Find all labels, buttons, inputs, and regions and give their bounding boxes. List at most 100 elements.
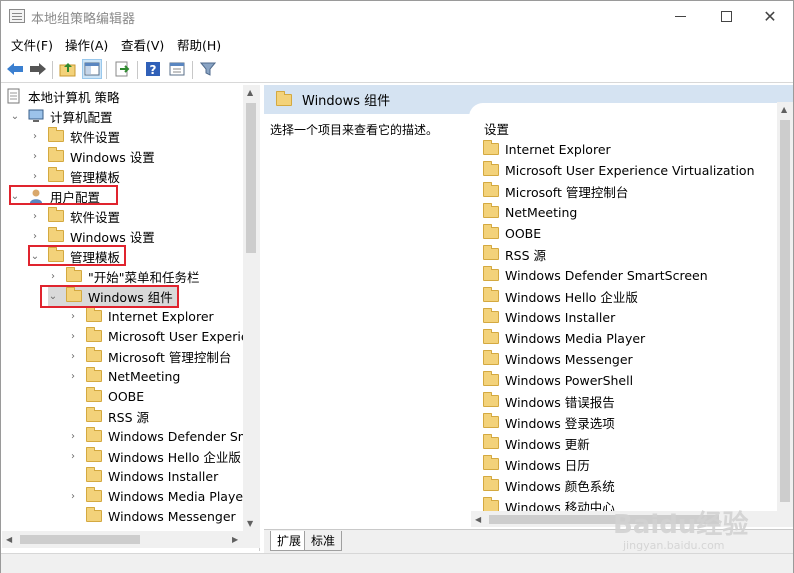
folder-icon <box>483 287 499 302</box>
tab-extended[interactable]: 扩展 <box>270 531 309 551</box>
tree-label: Windows Hello 企业版 <box>108 449 241 465</box>
chevron-right-icon[interactable]: › <box>68 451 78 462</box>
properties-icon <box>169 62 185 76</box>
list-item[interactable]: Microsoft 管理控制台 <box>483 181 628 201</box>
tree-item-component[interactable]: › Microsoft User Experier <box>68 326 254 346</box>
scroll-thumb[interactable] <box>246 103 256 253</box>
list-item[interactable]: Microsoft User Experience Virtualization <box>483 160 755 180</box>
list-item[interactable]: Internet Explorer <box>483 139 611 159</box>
tree-label: 软件设置 <box>70 209 121 225</box>
scroll-up-icon[interactable]: ▲ <box>247 88 253 97</box>
list-item[interactable]: Windows 颜色系统 <box>483 475 615 495</box>
toolbar-separator <box>106 61 107 79</box>
tree-label: Windows Installer <box>108 468 219 484</box>
list-item[interactable]: Windows Messenger <box>483 349 633 369</box>
tree-horizontal-scrollbar[interactable]: ◀ ▶ <box>2 531 260 548</box>
scroll-up-icon[interactable]: ▲ <box>781 105 787 114</box>
scroll-left-icon[interactable]: ◀ <box>6 535 12 544</box>
chevron-right-icon[interactable]: › <box>30 151 40 162</box>
chevron-right-icon[interactable]: › <box>30 211 40 222</box>
minimize-button[interactable] <box>657 1 703 31</box>
tree-label: Internet Explorer <box>108 308 214 324</box>
close-button[interactable]: ✕ <box>747 1 793 31</box>
chevron-right-icon[interactable]: › <box>68 491 78 502</box>
chevron-down-icon[interactable]: ⌄ <box>10 111 20 122</box>
folder-icon <box>86 387 102 402</box>
back-button[interactable] <box>5 59 25 79</box>
list-item[interactable]: Windows PowerShell <box>483 370 633 390</box>
tree-label: 软件设置 <box>70 129 121 145</box>
list-item-label: Windows Installer <box>505 309 616 325</box>
scroll-thumb[interactable] <box>20 535 140 544</box>
list-item[interactable]: NetMeeting <box>483 202 577 222</box>
tree-item-admin-templates[interactable]: › 管理模板 <box>30 166 120 186</box>
tree-item-component[interactable]: › Windows Media Player <box>68 486 248 506</box>
scroll-thumb[interactable] <box>780 120 790 502</box>
list-item[interactable]: Windows 登录选项 <box>483 412 615 432</box>
menu-view[interactable]: 查看(V) <box>121 35 164 54</box>
folder-icon <box>48 147 64 162</box>
chevron-right-icon[interactable]: › <box>30 131 40 142</box>
tree-label: NetMeeting <box>108 368 181 384</box>
tree-label: RSS 源 <box>108 409 150 425</box>
export-list-button[interactable] <box>112 59 132 79</box>
up-level-button[interactable] <box>58 59 78 79</box>
list-vertical-scrollbar[interactable]: ▲ <box>777 102 793 527</box>
list-item[interactable]: Windows Defender SmartScreen <box>483 265 708 285</box>
menu-file[interactable]: 文件(F) <box>11 35 53 54</box>
tree-item-user-windows-settings[interactable]: › Windows 设置 <box>30 226 155 246</box>
maximize-button[interactable] <box>703 1 749 31</box>
tree-item-component[interactable]: › Internet Explorer <box>68 306 214 326</box>
scroll-left-icon[interactable]: ◀ <box>475 515 481 524</box>
tree-item-computer-config[interactable]: ⌄ 计算机配置 <box>10 106 113 126</box>
chevron-right-icon[interactable]: › <box>68 431 78 442</box>
chevron-right-icon[interactable]: › <box>30 171 40 182</box>
forward-button[interactable] <box>28 59 48 79</box>
list-item[interactable]: Windows Hello 企业版 <box>483 286 638 306</box>
column-header-setting[interactable]: 设置 <box>484 119 509 138</box>
tree-item-component[interactable]: › NetMeeting <box>68 366 180 386</box>
list-item[interactable]: Windows 日历 <box>483 454 590 474</box>
list-item[interactable]: RSS 源 <box>483 244 546 264</box>
list-item[interactable]: Windows 更新 <box>483 433 590 453</box>
chevron-right-icon[interactable]: › <box>68 371 78 382</box>
tree-item-component[interactable]: Windows Installer <box>68 466 218 486</box>
list-item-label: Windows 登录选项 <box>505 415 615 431</box>
tree-item-component[interactable]: › Microsoft 管理控制台 <box>68 346 231 366</box>
tree-item-software-settings[interactable]: › 软件设置 <box>30 126 120 146</box>
chevron-right-icon[interactable]: › <box>68 351 78 362</box>
chevron-right-icon[interactable]: › <box>68 311 78 322</box>
tree-item-component[interactable]: OOBE <box>68 386 144 406</box>
tree-root[interactable]: 本地计算机 策略 <box>6 86 119 106</box>
chevron-right-icon[interactable]: › <box>48 271 58 282</box>
list-item[interactable]: OOBE <box>483 223 541 243</box>
help-icon: ? <box>146 62 160 77</box>
tree-label: 本地计算机 策略 <box>28 89 120 105</box>
filter-button[interactable] <box>198 59 218 79</box>
tree-item-component[interactable]: › Windows Defender Sma <box>68 426 258 446</box>
tree-item-start-menu[interactable]: › "开始"菜单和任务栏 <box>48 266 200 286</box>
details-title: Windows 组件 <box>302 94 391 109</box>
chevron-right-icon[interactable]: › <box>30 231 40 242</box>
tab-standard[interactable]: 标准 <box>304 531 343 551</box>
tree-item-component[interactable]: Windows Messenger <box>68 506 236 526</box>
scroll-right-icon[interactable]: ▶ <box>232 535 238 544</box>
properties-button[interactable] <box>167 59 187 79</box>
list-item[interactable]: Windows Media Player <box>483 328 645 348</box>
tree-vertical-scrollbar[interactable]: ▲ ▼ <box>243 85 260 531</box>
show-hide-tree-button[interactable] <box>82 59 102 79</box>
menu-help[interactable]: 帮助(H) <box>177 35 221 54</box>
list-item[interactable]: Windows Installer <box>483 307 615 327</box>
list-item[interactable]: Windows 错误报告 <box>483 391 615 411</box>
chevron-right-icon[interactable]: › <box>68 331 78 342</box>
tree-label: 计算机配置 <box>50 109 113 125</box>
tree-item-component[interactable]: RSS 源 <box>68 406 149 426</box>
tree-item-user-software-settings[interactable]: › 软件设置 <box>30 206 120 226</box>
menu-action[interactable]: 操作(A) <box>65 35 108 54</box>
scroll-down-icon[interactable]: ▼ <box>247 519 253 528</box>
tree-item-component[interactable]: › Windows Hello 企业版 <box>68 446 241 466</box>
help-button[interactable]: ? <box>143 59 163 79</box>
tree-item-windows-settings[interactable]: › Windows 设置 <box>30 146 155 166</box>
